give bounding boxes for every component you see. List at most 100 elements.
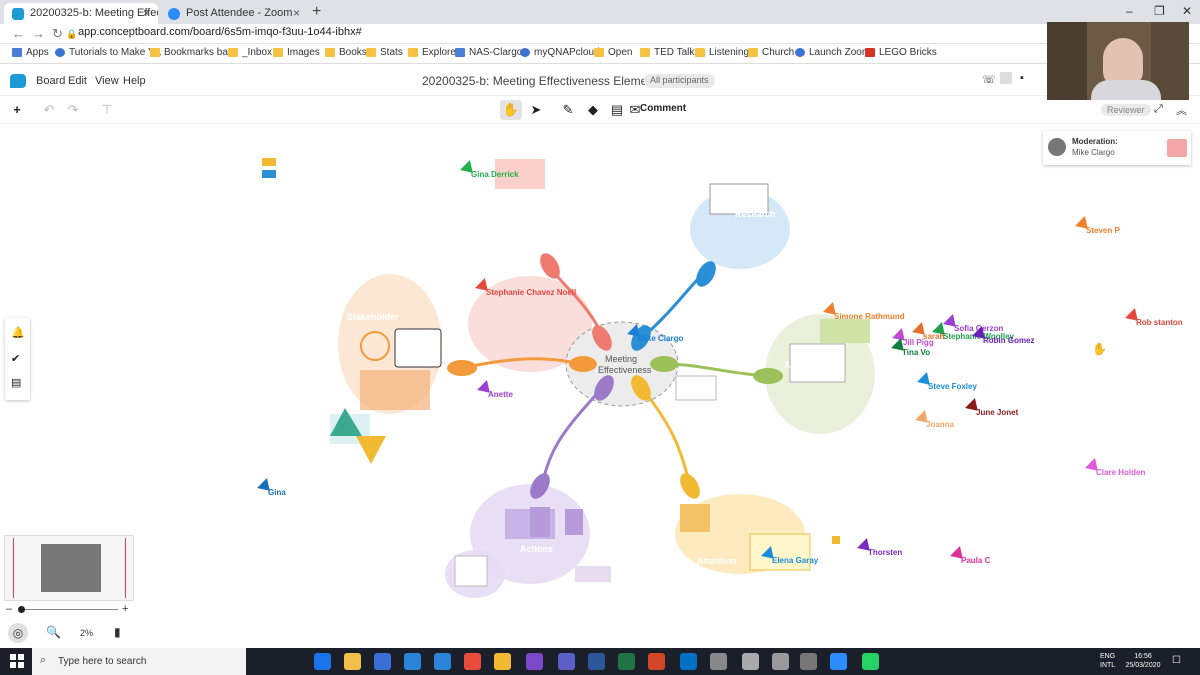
url-field[interactable]: app.conceptboard.com/board/6s5m-imqo-f3u… <box>78 26 362 38</box>
bookmark-item[interactable]: myQNAPcloud <box>520 47 600 58</box>
edge-icon[interactable] <box>314 653 331 670</box>
bookmark-item[interactable]: _Inbox <box>228 47 272 58</box>
phone-icon[interactable]: ☏ <box>982 73 996 86</box>
close-tab-icon[interactable]: × <box>143 6 150 20</box>
bookmark-item[interactable]: Tutorials to Make Y... <box>55 47 162 58</box>
bookmark-item[interactable]: Stats <box>366 47 403 58</box>
add-icon[interactable]: + <box>6 100 28 120</box>
fullscreen-icon[interactable]: ⤢ <box>1154 103 1163 116</box>
menu-view[interactable]: View <box>95 75 119 87</box>
forward-arrow-icon[interactable]: → <box>32 26 45 41</box>
mail-icon[interactable] <box>404 653 421 670</box>
bookmark-item[interactable]: NAS-Clargo <box>455 47 522 58</box>
zoom-magnifier-icon[interactable]: 🔍 <box>46 625 61 639</box>
bookmark-item[interactable]: Images <box>273 47 320 58</box>
outlook-icon[interactable] <box>680 653 697 670</box>
app-icon[interactable] <box>772 653 789 670</box>
close-tab-icon[interactable]: × <box>293 6 300 20</box>
hand-tool-icon[interactable]: ✋ <box>500 100 522 120</box>
zoom-out-button[interactable]: – <box>6 603 12 615</box>
conceptboard-logo-icon[interactable] <box>10 74 26 88</box>
store-icon[interactable] <box>374 653 391 670</box>
maximize-button[interactable]: ❐ <box>1154 4 1165 18</box>
whiteboard-canvas[interactable]: Meeting Effectiveness Stakeholder Action… <box>0 124 1200 648</box>
bookmark-item[interactable]: LEGO Bricks <box>865 47 937 58</box>
branch-label-attention[interactable]: Attention <box>697 556 737 566</box>
onenote-icon[interactable] <box>526 653 543 670</box>
center-node-line1[interactable]: Meeting <box>605 354 637 364</box>
bookmark-item[interactable]: Church <box>748 47 794 58</box>
excel-icon[interactable] <box>618 653 635 670</box>
undo-icon[interactable]: ↶ <box>38 100 60 120</box>
photos-icon[interactable] <box>434 653 451 670</box>
zoom-level[interactable]: 2% <box>80 628 93 638</box>
bookmark-item[interactable]: Listening <box>695 47 749 58</box>
branch-label-activity[interactable]: Activity <box>784 360 817 370</box>
bookmark-item[interactable]: Books <box>325 47 367 58</box>
close-window-button[interactable]: ✕ <box>1182 4 1192 18</box>
app-icon[interactable] <box>710 653 727 670</box>
bookmark-item[interactable]: Apps <box>12 47 49 58</box>
video-call-icon[interactable] <box>1000 72 1012 84</box>
zoom-slider-handle[interactable] <box>18 606 25 613</box>
bookmark-item[interactable]: Launch Zoom <box>795 47 870 58</box>
check-circle-icon[interactable]: ✔ <box>11 352 20 365</box>
chat-icon[interactable]: ▪ <box>1020 72 1024 84</box>
zoom-slider-track[interactable] <box>18 609 118 610</box>
minimize-button[interactable]: – <box>1126 4 1133 18</box>
zoom-icon[interactable] <box>830 653 847 670</box>
moderation-toggle-button[interactable] <box>1167 139 1187 157</box>
bell-icon[interactable]: 🔔 <box>11 326 25 339</box>
participant-cursor: Simone Rathmund <box>823 300 905 321</box>
collapse-chevron-icon[interactable]: ︽ <box>1176 102 1187 118</box>
branch-label-research[interactable]: Research <box>735 209 776 219</box>
chrome-icon[interactable] <box>494 653 511 670</box>
branch-label-actions[interactable]: Actions <box>520 544 553 554</box>
photos-icon[interactable] <box>800 653 817 670</box>
zoom-in-button[interactable]: + <box>122 603 128 615</box>
eraser-tool-icon[interactable]: ◆ <box>582 100 604 120</box>
comment-button[interactable]: Comment <box>640 103 686 114</box>
teams-icon[interactable] <box>558 653 575 670</box>
app-icon[interactable] <box>742 653 759 670</box>
reload-icon[interactable]: ↻ <box>52 26 63 42</box>
minimap[interactable] <box>4 535 134 601</box>
center-node-line2[interactable]: Effectiveness <box>598 365 651 375</box>
windows-start-icon[interactable] <box>10 654 24 668</box>
list-icon[interactable]: ▤ <box>11 376 21 389</box>
format-paint-icon[interactable]: ⊤ <box>96 100 118 120</box>
language-indicator[interactable]: ENG INTL <box>1100 652 1115 670</box>
minimap-guide <box>13 538 14 598</box>
task-view-icon[interactable] <box>284 653 301 670</box>
notification-icon[interactable]: ☐ <box>1172 655 1181 666</box>
cursor-name: Paula C <box>961 556 991 565</box>
powerpoint-icon[interactable] <box>648 653 665 670</box>
new-tab-button[interactable]: + <box>312 3 321 21</box>
menu-board[interactable]: Board <box>36 75 65 87</box>
redo-icon[interactable]: ↷ <box>62 100 84 120</box>
whatsapp-icon[interactable] <box>862 653 879 670</box>
bookmark-item[interactable]: TED Talks <box>640 47 699 58</box>
tab-zoom[interactable]: Post Attendee - Zoom × <box>160 3 308 24</box>
menu-help[interactable]: Help <box>123 75 146 87</box>
chrome-icon[interactable] <box>464 653 481 670</box>
branch-label-stakeholder[interactable]: Stakeholder <box>347 312 399 322</box>
pen-tool-icon[interactable]: ✎ <box>557 100 579 120</box>
system-clock[interactable]: 16:56 25/03/2020 <box>1123 652 1163 670</box>
select-tool-icon[interactable]: ➤ <box>525 100 547 120</box>
participants-badge[interactable]: All participants <box>644 74 715 88</box>
menu-edit[interactable]: Edit <box>68 75 87 87</box>
board-title[interactable]: 20200325-b: Meeting Effectiveness Elemen… <box>422 74 663 88</box>
bookmark-item[interactable]: Bookmarks bar <box>150 47 231 58</box>
word-icon[interactable] <box>588 653 605 670</box>
search-input[interactable]: Type here to search <box>58 656 146 667</box>
bookmark-item[interactable]: Open <box>594 47 632 58</box>
moderation-card[interactable]: Moderation: Mike Clargo <box>1043 131 1191 165</box>
tab-conceptboard[interactable]: 20200325-b: Meeting Effective.. × <box>4 3 158 24</box>
compass-icon[interactable]: ◎ <box>8 623 28 643</box>
bookmark-item[interactable]: Explore <box>408 47 456 58</box>
file-explorer-icon[interactable] <box>344 653 361 670</box>
taskbar-search[interactable]: ⌕ Type here to search <box>32 648 246 675</box>
mouse-icon[interactable]: ▮ <box>114 625 121 639</box>
back-arrow-icon[interactable]: ← <box>12 26 25 41</box>
